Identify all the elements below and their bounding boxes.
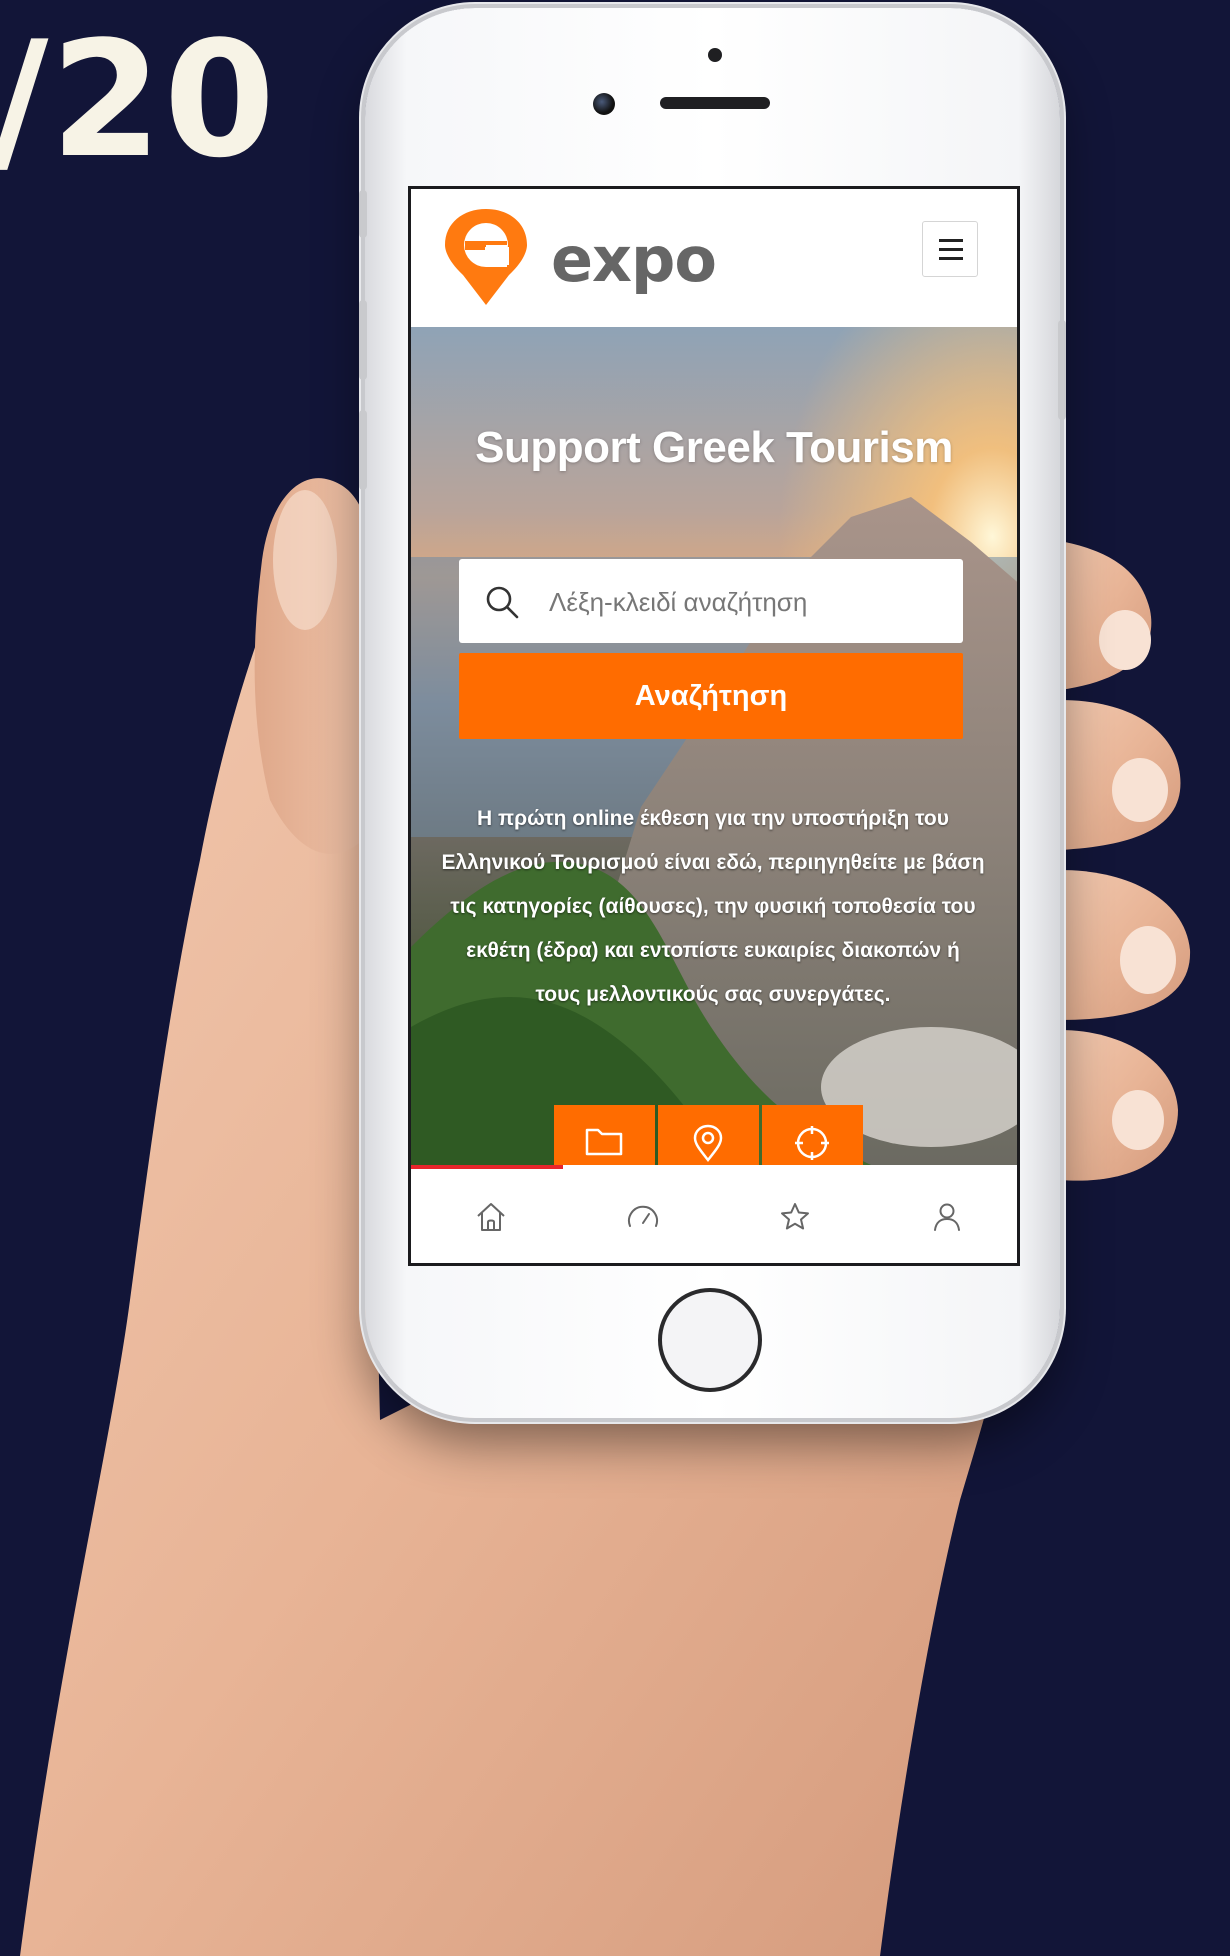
hamburger-icon [939,239,963,242]
search-input[interactable] [547,559,951,645]
location-pin-icon [693,1124,723,1163]
hero-section: Support Greek Tourism Αναζήτηση Η πρώτη … [411,327,1017,1165]
star-icon [781,1203,809,1230]
hero-title: Support Greek Tourism [475,423,953,472]
phone-sensor [708,48,722,62]
hamburger-icon-line [939,248,963,251]
home-icon [477,1203,505,1231]
phone-home-button[interactable] [658,1288,762,1392]
search-button[interactable]: Αναζήτηση [459,653,963,739]
quick-button-categories[interactable] [554,1105,655,1165]
nav-account[interactable] [929,1199,965,1235]
user-icon [934,1203,960,1231]
menu-button[interactable] [922,221,978,277]
front-camera [593,93,615,115]
hero-description: Η πρώτη online έκθεση για την υποστήριξη… [441,807,985,1006]
hamburger-icon-line [939,257,963,260]
bottom-navigation [411,1169,1017,1263]
phone-volume-up-button [359,300,367,380]
phone-side-button [359,190,367,238]
phone-speaker [660,97,770,109]
phone-screen: expo Support Greek Tourism Λέξη-κλειδί α… [408,186,1020,1266]
nav-dashboard[interactable] [625,1199,661,1235]
logo-pin-icon [445,209,527,305]
folder-icon [585,1128,623,1156]
quick-button-nearby[interactable] [762,1105,863,1165]
phone-power-button [1058,320,1066,420]
site-header: expo [411,189,1017,327]
phone-volume-down-button [359,410,367,490]
nav-home[interactable] [473,1199,509,1235]
site-logo[interactable]: expo [441,207,717,307]
search-box [459,559,963,645]
nav-favorites[interactable] [777,1199,813,1235]
crosshair-icon [795,1126,829,1160]
quick-button-location[interactable] [658,1105,759,1165]
logo-text: expo [551,223,717,296]
search-icon [486,586,519,619]
speedometer-icon [628,1205,658,1227]
